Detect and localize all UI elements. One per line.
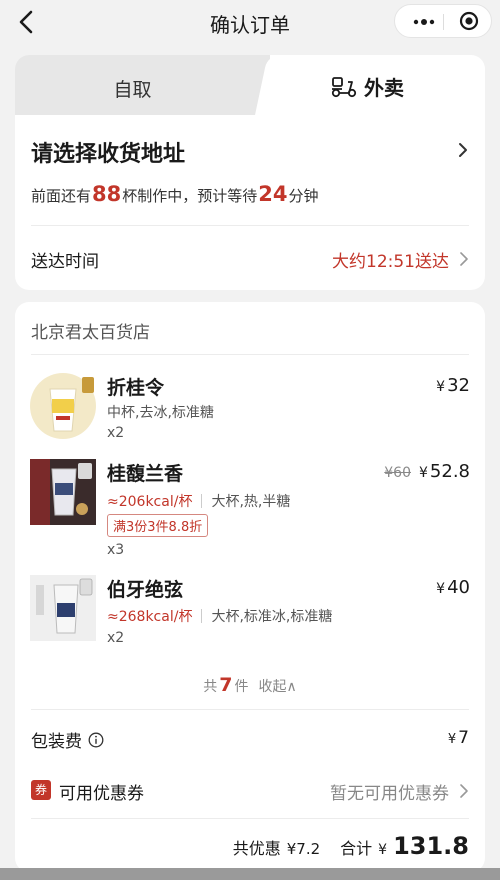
queue-status: 前面还有 88 杯制作中，预计等待 24 分钟 (31, 182, 319, 206)
promo-badge: 满3份3件8.8折 (107, 514, 209, 537)
packing-value: 7 (458, 728, 469, 748)
chevron-right-icon[interactable] (459, 783, 469, 799)
list-item[interactable]: 折桂令 ¥32 中杯,去冰,标准糖 x2 (30, 373, 470, 453)
item-price: ¥60 ¥52.8 (384, 461, 470, 482)
order-card: 北京君太百货店 折桂令 ¥32 中杯,去冰,标准糖 x2 桂馥兰香 ¥60 ¥ … (15, 302, 485, 872)
price-value: 52.8 (429, 461, 470, 482)
item-spec: 大杯,热,半糖 (211, 494, 291, 510)
packing-fee-row: 包装费 (31, 727, 104, 752)
queue-cups: 88 (92, 182, 122, 206)
product-image (30, 459, 96, 525)
spec-divider (201, 609, 203, 623)
item-name: 桂馥兰香 (107, 463, 184, 485)
order-summary: 共优惠 ¥7.2 合计 ¥ 131.8 (233, 832, 469, 860)
tab-delivery-content: 外卖 (330, 72, 404, 101)
coupon-icon: 券 (31, 780, 51, 800)
count-prefix: 共 (203, 679, 218, 695)
total-label: 合计 (340, 839, 373, 858)
coupon-label[interactable]: 可用优惠券 (59, 779, 144, 804)
item-qty: x2 (107, 630, 125, 646)
top-bar: 确认订单 (0, 0, 500, 44)
item-qty: x2 (107, 425, 125, 441)
price-value: 40 (447, 577, 470, 598)
fold-link[interactable]: 收起∧ (258, 676, 296, 696)
tab-pickup-label: 自取 (113, 79, 152, 101)
packing-fee-value: ¥7 (448, 728, 469, 748)
yen-symbol: ¥ (378, 842, 388, 858)
item-name: 伯牙绝弦 (107, 579, 184, 601)
price-value: 32 (447, 375, 470, 396)
target-icon[interactable] (459, 11, 479, 31)
scooter-icon (331, 76, 357, 97)
yen-symbol: ¥ (419, 465, 428, 481)
queue-suffix: 分钟 (288, 187, 319, 205)
item-price: ¥40 (436, 577, 470, 598)
total-value: 131.8 (393, 832, 469, 860)
spec-divider (201, 494, 203, 508)
item-qty: x3 (107, 542, 125, 558)
divider (31, 354, 469, 355)
item-kcal: ≈206kcal/杯 (107, 494, 193, 510)
item-count-toggle[interactable]: 共 7 件 收起∧ (15, 674, 485, 696)
item-spec-row: ≈206kcal/杯 大杯,热,半糖 (107, 491, 290, 511)
count-number: 7 (219, 674, 233, 696)
address-prompt[interactable]: 请选择收货地址 (31, 136, 185, 168)
count-suffix: 件 (234, 679, 249, 695)
original-price: ¥60 (384, 465, 411, 481)
capsule-divider (443, 14, 444, 30)
yen-symbol: ¥ (447, 732, 457, 747)
store-name: 北京君太百货店 (31, 323, 150, 343)
divider (31, 818, 469, 819)
yen-symbol: ¥ (436, 379, 446, 395)
coupon-value[interactable]: 暂无可用优惠券 (330, 779, 449, 804)
product-image (30, 575, 96, 641)
queue-prefix: 前面还有 (31, 187, 92, 205)
divider (31, 225, 469, 226)
tab-delivery-label: 外卖 (364, 76, 404, 100)
item-kcal: ≈268kcal/杯 (107, 609, 193, 625)
info-icon[interactable] (88, 732, 104, 748)
bottom-strip (0, 868, 500, 880)
divider (31, 709, 469, 710)
queue-middle: 杯制作中，预计等待 (122, 187, 258, 205)
item-name: 折桂令 (107, 377, 165, 399)
discount-value: ¥7.2 (286, 840, 321, 858)
tab-pickup[interactable]: 自取 (15, 55, 270, 115)
chevron-right-icon[interactable] (457, 141, 469, 159)
item-spec-row: ≈268kcal/杯 大杯,标准冰,标准糖 (107, 606, 332, 626)
yen-symbol: ¥ (436, 581, 446, 597)
list-item[interactable]: 桂馥兰香 ¥60 ¥52.8 ≈206kcal/杯 大杯,热,半糖 满3份3件8… (30, 459, 470, 559)
delivery-card: 自取 外卖 请选择收货地址 前面还有 88 杯制作中，预计等待 24 分钟 送达… (15, 55, 485, 290)
chevron-right-icon[interactable] (459, 251, 469, 267)
queue-minutes: 24 (258, 182, 288, 206)
tab-delivery-slant (255, 55, 308, 115)
delivery-time-label: 送达时间 (31, 252, 99, 272)
more-dots-icon[interactable] (413, 19, 435, 25)
packing-label: 包装费 (31, 732, 82, 752)
item-spec: 大杯,标准冰,标准糖 (211, 609, 333, 625)
product-image (30, 373, 96, 439)
item-spec: 中杯,去冰,标准糖 (107, 405, 214, 421)
list-item[interactable]: 伯牙绝弦 ¥40 ≈268kcal/杯 大杯,标准冰,标准糖 x2 (30, 575, 470, 655)
item-price: ¥32 (436, 375, 470, 396)
tab-delivery[interactable]: 外卖 (255, 55, 485, 115)
discount-label: 共优惠 (232, 839, 281, 858)
delivery-time-value[interactable]: 大约12:51送达 (332, 247, 449, 272)
miniapp-capsule (394, 4, 492, 38)
